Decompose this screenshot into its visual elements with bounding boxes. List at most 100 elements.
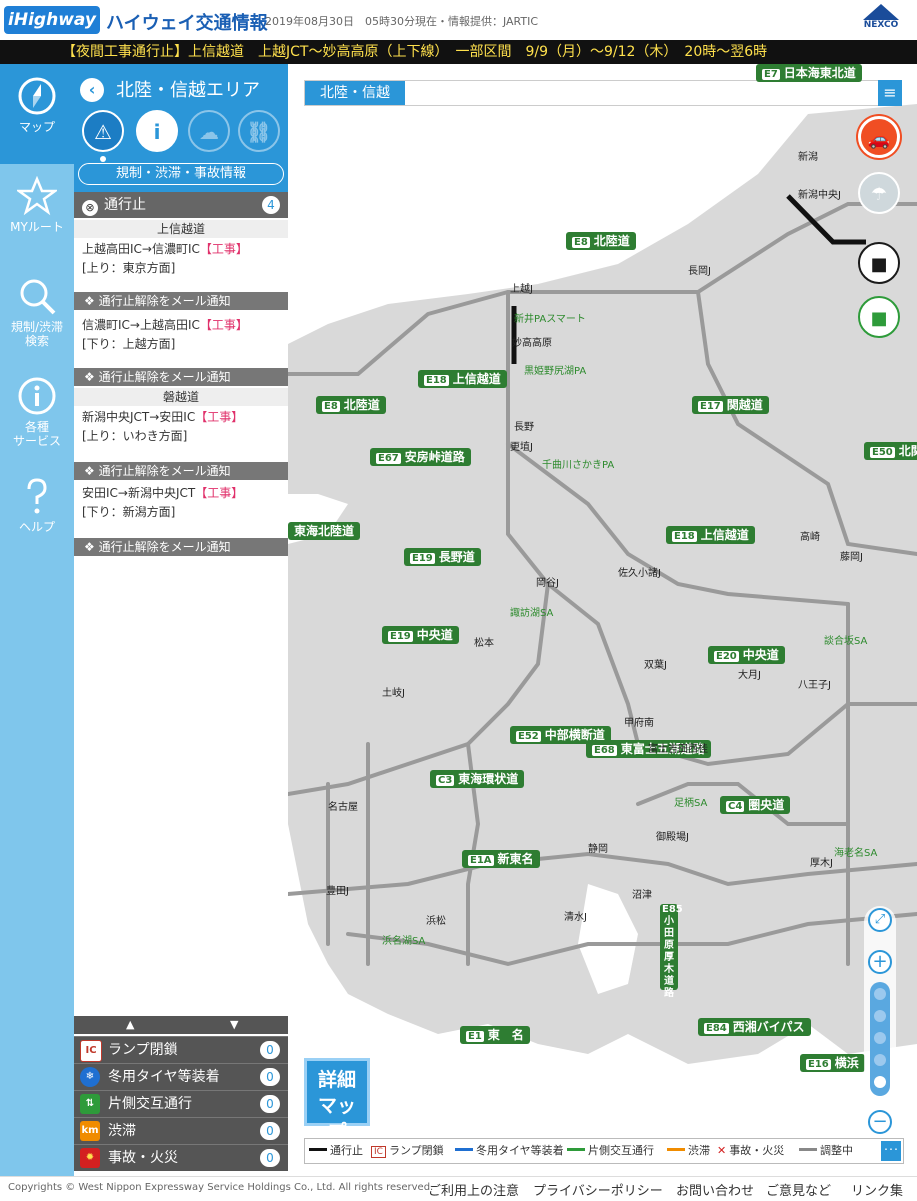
compass-icon [18, 77, 56, 115]
road-label: E1A 新東名 [462, 850, 540, 868]
legend-swatch [799, 1148, 817, 1151]
road-label: E17 関越道 [692, 396, 769, 414]
nexco-logo[interactable]: NEXCO [853, 4, 909, 36]
nav-search[interactable]: 規制/渋滞 検索 [0, 264, 74, 364]
place-label: 豊田J [326, 886, 349, 897]
mail-notify-button[interactable]: ❖ 通行止解除をメール通知 [74, 462, 288, 480]
category-weather[interactable]: ☁ [188, 110, 230, 152]
place-label: 御殿場J [656, 832, 689, 843]
legend-more-button[interactable]: ･･･ [881, 1141, 901, 1161]
entry-direction: [上り：東京方面] [82, 261, 176, 275]
nav-help-label: ヘルプ [18, 520, 55, 534]
selected-indicator [100, 156, 106, 162]
zoom-level-dot[interactable] [874, 1010, 886, 1022]
legend-winter-tires[interactable]: ❄ 冬用タイヤ等装着 0 [74, 1063, 288, 1090]
legend-label: ランプ閉鎖 [108, 1042, 178, 1058]
ihighway-logo[interactable]: iHighway [4, 6, 100, 34]
legend-alternating[interactable]: ⇅ 片側交互通行 0 [74, 1090, 288, 1117]
zoom-level-dot[interactable] [874, 1054, 886, 1066]
map-area-search[interactable]: 北陸・信越 [304, 80, 890, 106]
mail-notify-label: 通行止解除をメール通知 [98, 540, 231, 554]
nav-map-label: マップ [18, 120, 55, 134]
left-nav: マップ MYルート 規制/渋滞 検索 各種 サービス ヘルプ [0, 64, 74, 1176]
hamburger-icon: ≡ [883, 83, 897, 102]
scroll-down-button[interactable]: ▼ [230, 1016, 238, 1034]
zoom-slider[interactable] [870, 982, 890, 1096]
footer-link-contact[interactable]: お問い合わせ [676, 1180, 754, 1199]
closure-entry[interactable]: 上越高田IC→信濃町IC【工事】 [上り：東京方面] [74, 240, 288, 278]
nav-help[interactable]: ヘルプ [0, 464, 74, 564]
category-label[interactable]: 規制・渋滞・事故情報 [78, 163, 284, 185]
category-chain[interactable]: ⛓ [238, 110, 280, 152]
fullscreen-button[interactable]: ⤢ [868, 908, 892, 932]
road-label: E8 北陸道 [566, 232, 636, 250]
road-label: C4 圏央道 [720, 796, 791, 814]
weather-mode-button[interactable]: ☂ [858, 172, 900, 214]
nav-my-route[interactable]: MYルート [0, 164, 74, 264]
footer-link-privacy[interactable]: プライバシーポリシー [533, 1180, 663, 1199]
legend-swatch [309, 1148, 327, 1151]
category-warning[interactable]: ⚠ [82, 110, 124, 152]
traffic-mode-button[interactable]: 🚗 [858, 116, 900, 158]
live-camera-button[interactable]: ■ [858, 296, 900, 338]
closure-entry[interactable]: 安田IC→新潟中央JCT【工事】 [下り：新潟方面] [74, 484, 288, 522]
category-info[interactable]: i [136, 110, 178, 152]
back-button[interactable]: ‹ [80, 78, 104, 102]
scroll-up-button[interactable]: ▲ [126, 1016, 134, 1034]
header: iHighway ハイウェイ交通情報 2019年08月30日 05時30分現在・… [0, 0, 917, 40]
zoom-level-dot-active[interactable] [874, 1076, 886, 1088]
legend-congestion: 渋滞 [667, 1139, 710, 1163]
legend-ramp: IC ランプ閉鎖 [371, 1139, 444, 1164]
road-closed-header[interactable]: ⊗ 通行止 4 [74, 192, 288, 218]
detail-map-button[interactable]: 詳細マップ [304, 1058, 370, 1143]
question-icon [27, 478, 47, 514]
mail-notify-button[interactable]: ❖ 通行止解除をメール通知 [74, 368, 288, 386]
zoom-level-dot[interactable] [874, 988, 886, 1000]
place-label: 双葉J [644, 660, 667, 671]
nav-services[interactable]: 各種 サービス [0, 364, 74, 464]
snowflake-icon: ❄ [80, 1067, 100, 1087]
camera-button[interactable]: ■ [858, 242, 900, 284]
detail-map-label: 詳細マップ [317, 1069, 356, 1143]
entry-tag: 【工事】 [199, 318, 248, 332]
area-title: 北陸・信越エリア [116, 80, 260, 101]
legend-congestion[interactable]: km 渋滞 0 [74, 1117, 288, 1144]
expand-icon: ⤢ [874, 912, 886, 927]
road-label: 東海北陸道 [288, 522, 361, 540]
map-view[interactable]: 北陸・信越 ≡ E7 日本海東北道 E8 北陸道 E18 上信越道 E8 北陸道 E17… [288, 64, 917, 1176]
place-label: 静岡 [588, 844, 608, 855]
info-icon [18, 377, 56, 415]
accident-icon: ✹ [80, 1148, 100, 1168]
news-ticker[interactable]: 【夜間工事通行止】上信越道 上越JCT～妙高高原（上下線） 一部区間 9/9（月… [0, 40, 917, 64]
nexco-text: NEXCO [863, 20, 899, 30]
legend-accident[interactable]: ✹ 事故・火災 0 [74, 1144, 288, 1171]
info-panel: ‹ 北陸・信越エリア ⚠ i ☁ ⛓ 規制・渋滞・事故情報 ⊗ 通行止 4 上信越… [74, 64, 288, 1176]
map-menu-button[interactable]: ≡ [878, 80, 902, 106]
mail-notify-button[interactable]: ❖ 通行止解除をメール通知 [74, 538, 288, 556]
zoom-level-dot[interactable] [874, 1032, 886, 1044]
closure-entry[interactable]: 信濃町IC→上越高田IC【工事】 [下り：上越方面] [74, 316, 288, 354]
footer-link-terms[interactable]: ご利用上の注意 [428, 1180, 519, 1199]
legend-swatch [567, 1148, 585, 1151]
place-label: 新潟中央J [798, 190, 841, 201]
legend-ramp-closed[interactable]: IC ランプ閉鎖 0 [74, 1036, 288, 1063]
place-label: 厚木J [810, 858, 833, 869]
zoom-out-button[interactable]: − [868, 1110, 892, 1134]
footer-link-links[interactable]: リンク集 [851, 1180, 903, 1199]
mail-notify-button[interactable]: ❖ 通行止解除をメール通知 [74, 292, 288, 310]
no-entry-icon: ⊗ [82, 200, 98, 216]
place-label: 新井PAスマート [514, 314, 586, 325]
place-label: 富士吉田西桂 [648, 744, 708, 755]
closed-count-badge: 4 [262, 196, 280, 214]
nav-map[interactable]: マップ [0, 64, 74, 164]
closed-title: 通行止 [104, 197, 146, 213]
nexco-mark-icon [863, 4, 899, 20]
closure-entry[interactable]: 新潟中央JCT→安田IC【工事】 [上り：いわき方面] [74, 408, 288, 446]
footer-link-feedback[interactable]: ご意見など [766, 1180, 831, 1199]
cross-icon: ✕ [717, 1144, 727, 1157]
zoom-in-button[interactable]: + [868, 950, 892, 974]
legend-count: 0 [260, 1041, 280, 1059]
legend-label: 渋滞 [108, 1123, 136, 1139]
entry-route: 信濃町IC→上越高田IC [82, 318, 200, 332]
entry-route: 安田IC→新潟中央JCT [82, 486, 196, 500]
